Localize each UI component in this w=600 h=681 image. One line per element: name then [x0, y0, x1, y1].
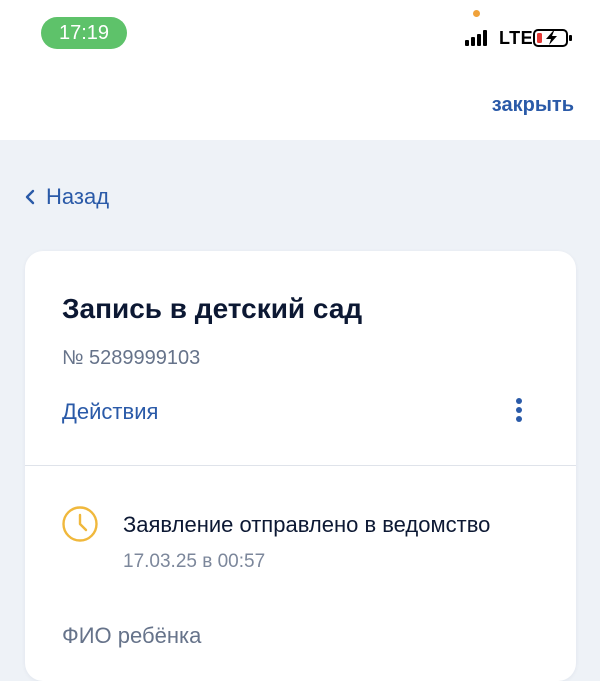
top-bar: закрыть [0, 70, 600, 140]
application-title: Запись в детский сад [62, 293, 363, 324]
status-time: 17:19 [41, 17, 127, 49]
chevron-left-icon [25, 189, 35, 205]
network-type: LTE [499, 28, 534, 48]
back-button[interactable]: Назад [24, 182, 109, 212]
clock-icon [62, 506, 98, 542]
application-number: № 5289999103 [62, 347, 201, 369]
close-button[interactable]: закрыть [492, 94, 574, 117]
divider [25, 465, 576, 466]
child-name-label: ФИО ребёнка [62, 623, 202, 648]
more-options-icon[interactable] [509, 395, 529, 425]
back-label: Назад [46, 184, 110, 209]
status-text: Заявление отправлено в ведомство [123, 512, 491, 537]
signal-icon [465, 30, 493, 46]
status-bar: 17:19 LTE [0, 0, 600, 70]
battery-charging-icon [533, 29, 572, 47]
actions-link[interactable]: Действия [62, 399, 158, 425]
status-date: 17.03.25 в 00:57 [123, 551, 266, 572]
application-card: Запись в детский сад № 5289999103 Действ… [25, 251, 576, 681]
privacy-indicator-dot [473, 10, 480, 17]
